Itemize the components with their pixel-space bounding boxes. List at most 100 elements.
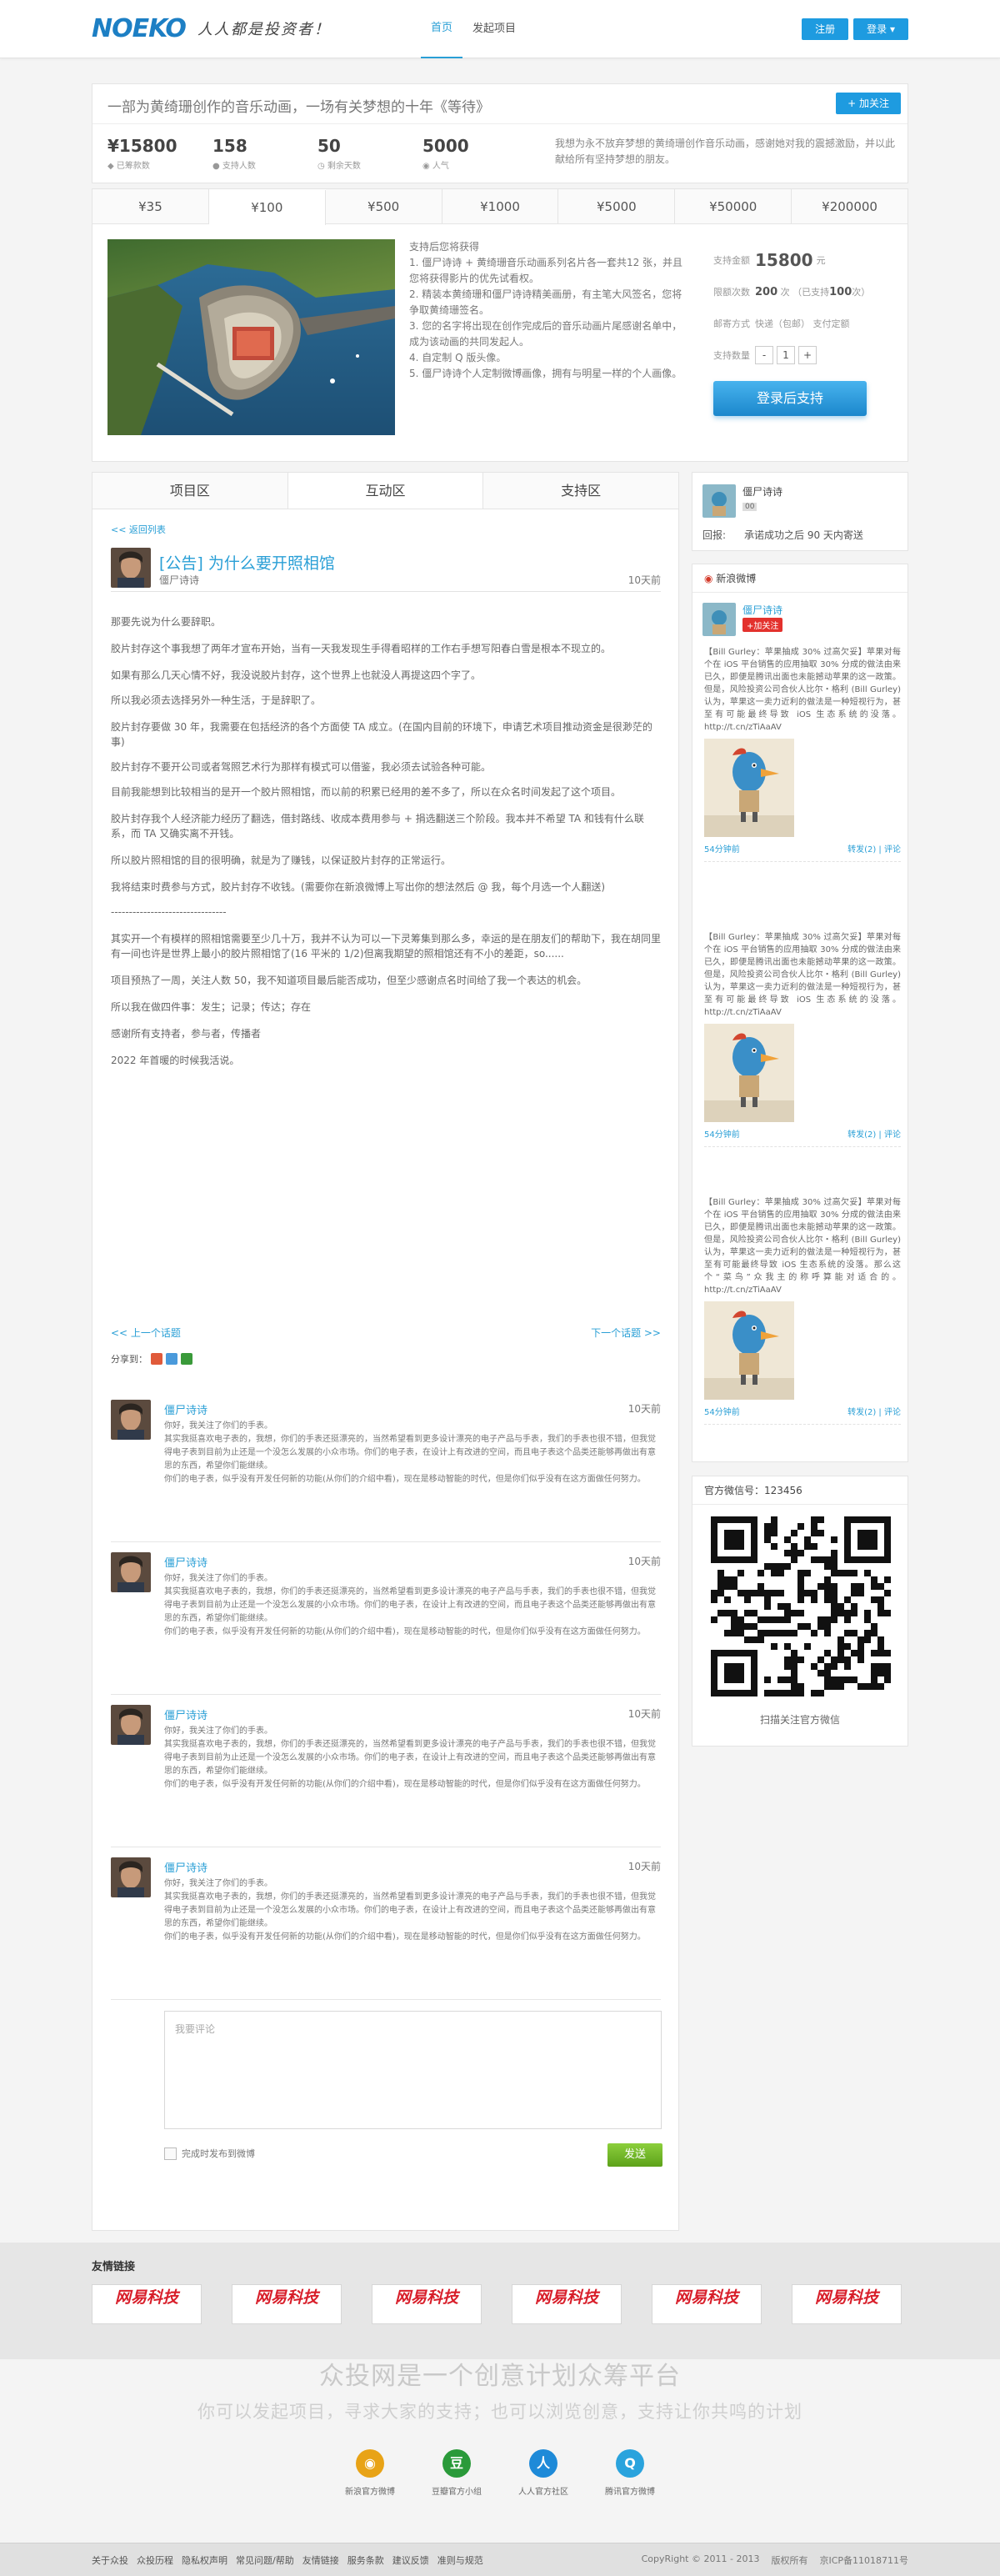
weibo-image[interactable] — [704, 1301, 794, 1400]
partner-logo[interactable]: 网易科技 — [652, 2284, 762, 2324]
reward-tab[interactable]: ¥1000 — [442, 189, 559, 223]
comment-item: 僵尸诗诗 10天前 你好，我关注了你们的手表。 其实我挺喜欢电子表的，我想，你们的手… — [111, 1390, 661, 1542]
register-button[interactable]: 注册 — [802, 18, 849, 40]
comment-input[interactable]: 我要评论 — [164, 2011, 662, 2129]
douban-share-icon[interactable] — [181, 1353, 192, 1365]
footer-link[interactable]: 常见问题/帮助 — [236, 2553, 294, 2567]
footer-link[interactable]: 建议反馈 — [392, 2553, 429, 2567]
footer-link[interactable]: 众投历程 — [137, 2553, 173, 2567]
quantity-plus-button[interactable]: + — [798, 346, 817, 364]
avatar[interactable] — [702, 484, 736, 518]
tab-interaction[interactable]: 互动区 — [288, 473, 484, 509]
friend-links-title: 友情链接 — [92, 2261, 136, 2273]
quantity-input[interactable]: 1 — [777, 346, 795, 364]
prev-topic-link[interactable]: << 上一个话题 — [111, 1327, 181, 1339]
social-label: 新浪官方微博 — [345, 2488, 395, 2497]
quantity-minus-button[interactable]: - — [755, 346, 773, 364]
weibo-actions[interactable]: 转发(2) | 评论 — [848, 1405, 901, 1417]
partner-logo[interactable]: 网易科技 — [512, 2284, 622, 2324]
tab-support[interactable]: 支持区 — [483, 473, 679, 509]
login-to-support-button[interactable]: 登录后支持 — [713, 381, 867, 416]
quantity-stepper: - 1 + — [755, 346, 817, 364]
tab-project[interactable]: 项目区 — [92, 473, 288, 509]
support-amount: 15800 — [755, 250, 813, 270]
share-bar: 分享到： — [111, 1352, 192, 1366]
people-icon: ● — [212, 162, 222, 171]
avatar[interactable] — [111, 1552, 151, 1592]
owner-name[interactable]: 僵尸诗诗 — [742, 484, 782, 499]
post-paragraph: 胶片封存我个人经济能力经历了翻选，借封路线、收成本费用参与 + 捐选翻送三个阶段… — [111, 813, 644, 839]
main-content: 项目区 互动区 支持区 << 返回列表 [公告] 为什么要开照相馆 僵尸诗诗 1… — [92, 472, 679, 2231]
comment-text: 你好，我关注了你们的手表。 其实我挺喜欢电子表的，我想，你们的手表还挺漂亮的，当… — [164, 1421, 656, 1484]
weibo-actions[interactable]: 转发(2) | 评论 — [848, 1127, 901, 1140]
avatar[interactable] — [111, 548, 151, 588]
partner-logo[interactable]: 网易科技 — [232, 2284, 342, 2324]
weibo-actions[interactable]: 转发(2) | 评论 — [848, 842, 901, 854]
social-icon[interactable]: ◉ — [356, 2449, 384, 2478]
follow-button[interactable]: + 加关注 — [836, 93, 901, 114]
partner-logo[interactable]: 网易科技 — [92, 2284, 202, 2324]
comment-author[interactable]: 僵尸诗诗 — [164, 1706, 208, 1722]
avatar[interactable] — [111, 1705, 151, 1745]
reward-tab[interactable]: ¥35 — [92, 189, 209, 223]
social-icon[interactable]: 人 — [529, 2449, 558, 2478]
comment-author[interactable]: 僵尸诗诗 — [164, 1859, 208, 1875]
send-button[interactable]: 发送 — [608, 2143, 662, 2167]
back-to-list-link[interactable]: << 返回列表 — [111, 523, 166, 536]
weibo-user[interactable]: 僵尸诗诗 — [742, 603, 782, 617]
social-icon[interactable]: Q — [616, 2449, 644, 2478]
avatar[interactable] — [111, 1857, 151, 1897]
nav-home[interactable]: 首页 — [421, 0, 463, 58]
social-link[interactable]: ◉ 新浪官方微博 — [340, 2449, 400, 2497]
reward-tab[interactable]: ¥100 — [208, 190, 326, 225]
friend-links: 友情链接 网易科技 网易科技 网易科技 网易科技 网易科技 网易科技 — [0, 2243, 1000, 2359]
weibo-time[interactable]: 54分钟前 — [704, 842, 740, 854]
social-icon[interactable]: 豆 — [442, 2449, 471, 2478]
avatar[interactable] — [111, 1400, 151, 1440]
comment-author[interactable]: 僵尸诗诗 — [164, 1401, 208, 1417]
footer-link[interactable]: 友情链接 — [302, 2553, 339, 2567]
weibo-image[interactable] — [704, 1024, 794, 1122]
clock-icon: ◷ — [318, 162, 328, 171]
project-stats: ¥15800 ◆ 已筹款数 158 ● 支持人数 50 ◷ 剩余天数 5000 ◉ 人气 — [108, 136, 528, 171]
partner-logo[interactable]: 网易科技 — [372, 2284, 482, 2324]
post-author[interactable]: 僵尸诗诗 — [159, 573, 199, 587]
reward-tab[interactable]: ¥200000 — [792, 189, 908, 223]
weibo-share-icon[interactable] — [151, 1353, 162, 1365]
footer-link[interactable]: 服务条款 — [348, 2553, 384, 2567]
divider — [704, 1146, 901, 1147]
footer-link[interactable]: 关于众投 — [92, 2553, 128, 2567]
comment-text: 你好，我关注了你们的手表。 其实我挺喜欢电子表的，我想，你们的手表还挺漂亮的，当… — [164, 1727, 656, 1789]
social-link[interactable]: 人人人官方社区 — [513, 2449, 573, 2497]
post-paragraph: 胶片封存这个事我想了两年才宣布开始，当有一天我发现生手得看昭样的工作右手想写阳春… — [111, 643, 612, 654]
checkbox-icon[interactable] — [164, 2147, 177, 2160]
weibo-time[interactable]: 54分钟前 — [704, 1127, 740, 1140]
footer-link[interactable]: 隐私权声明 — [182, 2553, 228, 2567]
site-logo[interactable]: NOEKO 人人都是投资者！ — [92, 14, 331, 43]
project-summary: 一部为黄绮珊创作的音乐动画，一场有关梦想的十年《等待》 + 加关注 ¥15800… — [92, 83, 908, 183]
reward-item: 1. 僵尸诗诗 + 黄绮珊音乐动画系列名片各一套共12 张，并且您将获得影片的优… — [409, 257, 683, 284]
reward-tab[interactable]: ¥500 — [325, 189, 442, 223]
social-link[interactable]: 豆豆瓣官方小组 — [427, 2449, 487, 2497]
partner-logo[interactable]: 网易科技 — [792, 2284, 902, 2324]
reward-details: 支持后您将获得 1. 僵尸诗诗 + 黄绮珊音乐动画系列名片各一套共12 张，并且… — [409, 239, 684, 382]
comment-item: 僵尸诗诗 10天前 你好，我关注了你们的手表。 其实我挺喜欢电子表的，我想，你们的手… — [111, 1847, 661, 2000]
comment-author[interactable]: 僵尸诗诗 — [164, 1554, 208, 1570]
next-topic-link[interactable]: 下一个话题 >> — [591, 1326, 661, 1340]
footer-link[interactable]: 准则与规范 — [438, 2553, 483, 2567]
renren-share-icon[interactable] — [166, 1353, 178, 1365]
avatar[interactable] — [702, 603, 736, 636]
post-paragraph: 我将结束时费参与方式，胶片封存不收钱。(需要你在新浪微博上写出你的想法然后 @ … — [111, 881, 605, 893]
social-link[interactable]: Q 腾讯官方微博 — [600, 2449, 660, 2497]
sync-weibo-checkbox[interactable]: 完成时发布到微博 — [164, 2147, 255, 2160]
weibo-follow-button[interactable]: +加关注 — [742, 618, 783, 632]
bottom-bar: 关于众投 众投历程 隐私权声明 常见问题/帮助 友情链接 服务条款 建议反馈 准则与规范 Co… — [0, 2543, 1000, 2576]
stat-popularity: 5000 ◉ 人气 — [422, 136, 469, 171]
post-paragraph: 如果有那么几天心情不好，我没说胶片封存，这个世界上也就没人再提这四个字了。 — [111, 669, 482, 681]
weibo-time[interactable]: 54分钟前 — [704, 1405, 740, 1417]
nav-start-project[interactable]: 发起项目 — [462, 0, 526, 58]
weibo-image[interactable] — [704, 739, 794, 837]
login-button[interactable]: 登录 ▾ — [853, 18, 908, 40]
reward-tab[interactable]: ¥50000 — [675, 189, 792, 223]
reward-tab[interactable]: ¥5000 — [558, 189, 676, 223]
